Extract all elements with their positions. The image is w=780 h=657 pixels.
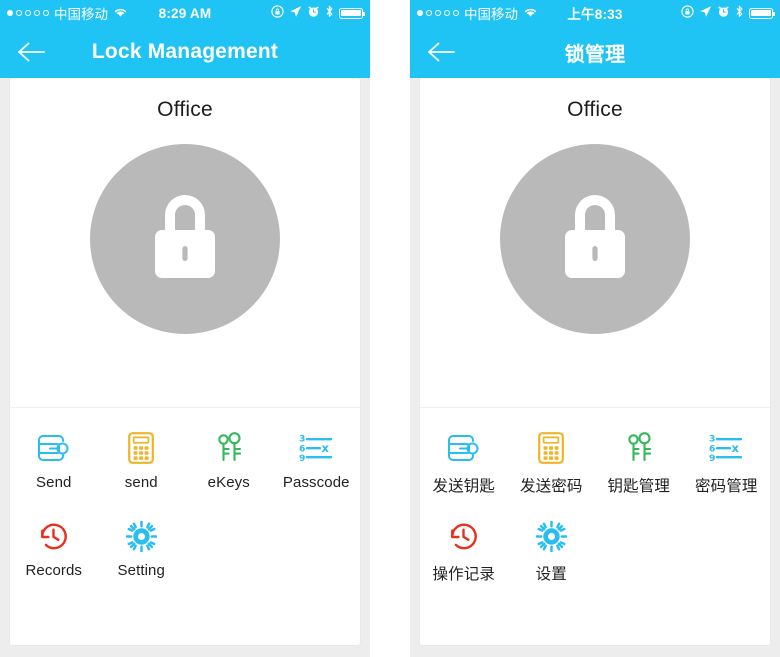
carrier-label: 中国移动 <box>54 7 108 23</box>
action-label: 发送钥匙 <box>432 477 495 495</box>
action-send-key[interactable]: 发送钥匙 <box>420 422 508 510</box>
dual-screenshot-container: 中国移动 8:29 AM Lock Management Office Send… <box>0 0 780 657</box>
action-send-passcode[interactable]: send <box>98 422 186 510</box>
page-title: 锁管理 <box>564 41 626 66</box>
action-ekeys[interactable]: eKeys <box>185 422 273 510</box>
battery-icon <box>749 7 776 19</box>
location-arrow-icon <box>699 5 712 21</box>
action-setting[interactable]: Setting <box>98 510 186 598</box>
action-passcode[interactable]: 3 6 9 x 密码管理 <box>683 422 771 510</box>
send-key-icon <box>447 428 480 468</box>
status-bar-right <box>271 5 366 21</box>
history-clock-icon <box>38 516 69 556</box>
status-bar: 中国移动 8:29 AM <box>0 0 370 26</box>
page-title: Lock Management <box>91 40 279 63</box>
padlock-icon <box>554 189 636 290</box>
bluetooth-icon <box>325 5 334 21</box>
history-clock-icon <box>448 516 479 556</box>
alarm-clock-icon <box>307 5 320 21</box>
status-bar-left: 中国移动 <box>417 3 538 23</box>
action-label: Records <box>25 562 83 579</box>
passcode-manage-icon: 3 6 9 x <box>299 428 333 468</box>
action-label: Send <box>36 474 72 491</box>
svg-text:x: x <box>732 441 740 455</box>
action-label: 发送密码 <box>520 477 583 495</box>
action-grid: Send send eKeys 3 6 9 x Passcode Records… <box>10 408 360 598</box>
signal-strength-dots <box>7 10 49 16</box>
padlock-icon <box>144 189 226 290</box>
back-arrow-icon[interactable] <box>420 30 464 74</box>
action-label: eKeys <box>207 474 250 491</box>
keys-manage-icon <box>214 428 244 468</box>
alarm-clock-icon <box>717 5 730 21</box>
navigation-bar: Lock Management <box>0 26 370 78</box>
keys-manage-icon <box>624 428 654 468</box>
rotation-lock-icon <box>271 5 284 21</box>
send-passcode-icon <box>128 428 155 468</box>
action-label: Setting <box>117 562 165 579</box>
status-bar-right <box>681 5 776 21</box>
screen-gutter <box>370 0 410 657</box>
wifi-icon <box>113 6 128 21</box>
action-send-passcode[interactable]: 发送密码 <box>508 422 596 510</box>
action-label: 操作记录 <box>432 565 495 583</box>
svg-text:9: 9 <box>709 453 715 463</box>
action-records[interactable]: 操作记录 <box>420 510 508 598</box>
location-arrow-icon <box>289 5 302 21</box>
action-setting[interactable]: 设置 <box>508 510 596 598</box>
action-records[interactable]: Records <box>10 510 98 598</box>
action-passcode[interactable]: 3 6 9 x Passcode <box>273 422 361 510</box>
back-arrow-icon[interactable] <box>10 30 54 74</box>
svg-text:9: 9 <box>299 453 305 463</box>
wifi-icon <box>523 6 538 21</box>
lock-toggle-button[interactable] <box>90 144 280 334</box>
phone-screen-chinese: 中国移动 上午8:33 锁管理 Office 发送钥匙 发送密码 钥匙管理 3 … <box>410 0 780 657</box>
lock-status-section: Office <box>420 78 770 408</box>
navigation-bar: 锁管理 <box>410 26 780 78</box>
action-label: 设置 <box>535 565 567 583</box>
action-label: 钥匙管理 <box>607 477 670 495</box>
lock-card: Office <box>10 78 360 645</box>
passcode-manage-icon: 3 6 9 x <box>709 428 743 468</box>
battery-icon <box>339 7 366 19</box>
action-grid: 发送钥匙 发送密码 钥匙管理 3 6 9 x 密码管理 操作记录 设置 <box>420 408 770 598</box>
action-send-key[interactable]: Send <box>10 422 98 510</box>
svg-text:x: x <box>322 441 330 455</box>
lock-name-label: Office <box>157 98 213 121</box>
status-bar: 中国移动 上午8:33 <box>410 0 780 26</box>
carrier-label: 中国移动 <box>464 7 518 23</box>
lock-status-section: Office <box>10 78 360 408</box>
lock-toggle-button[interactable] <box>500 144 690 334</box>
action-label: send <box>124 474 158 491</box>
signal-strength-dots <box>417 10 459 16</box>
gear-icon <box>125 516 157 556</box>
gear-icon <box>535 516 567 556</box>
action-label: 密码管理 <box>695 477 758 495</box>
action-ekeys[interactable]: 钥匙管理 <box>595 422 683 510</box>
action-label: Passcode <box>282 474 350 491</box>
lock-name-label: Office <box>567 98 623 121</box>
send-passcode-icon <box>538 428 565 468</box>
rotation-lock-icon <box>681 5 694 21</box>
send-key-icon <box>37 428 70 468</box>
phone-screen-english: 中国移动 8:29 AM Lock Management Office Send… <box>0 0 370 657</box>
lock-card: Office <box>420 78 770 645</box>
bluetooth-icon <box>735 5 744 21</box>
status-bar-left: 中国移动 <box>7 3 128 23</box>
